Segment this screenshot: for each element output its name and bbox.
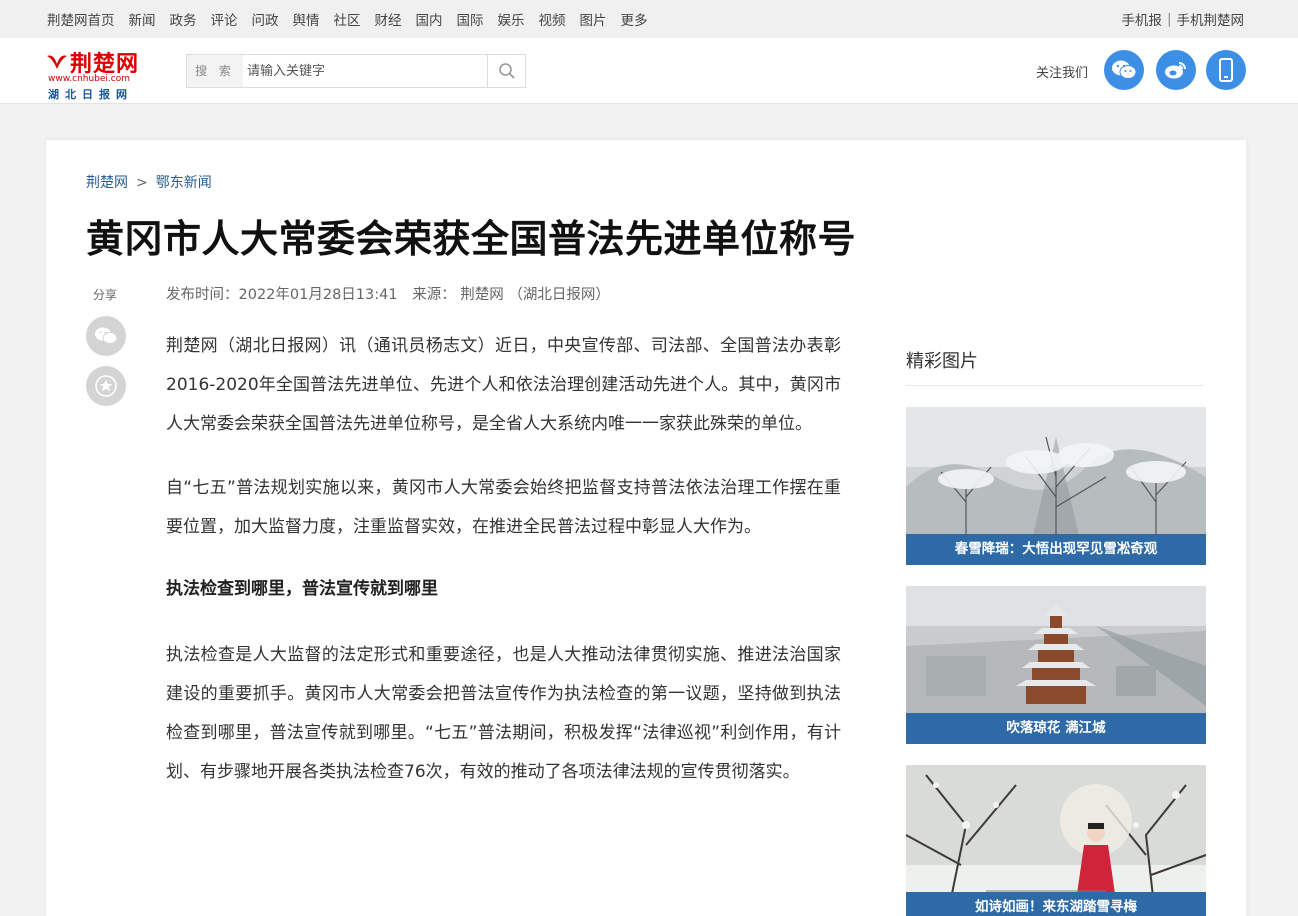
breadcrumb-separator: > — [136, 175, 148, 191]
breadcrumb-home[interactable]: 荆楚网 — [86, 175, 128, 191]
breadcrumb-section[interactable]: 鄂东新闻 — [156, 175, 212, 191]
nav-link-video[interactable]: 视频 — [532, 9, 573, 29]
nav-link-finance[interactable]: 财经 — [368, 9, 409, 29]
nav-link-community[interactable]: 社区 — [327, 9, 368, 29]
mobile-icon[interactable] — [1206, 50, 1246, 90]
article-body: 荆楚网（湖北日报网）讯（通讯员杨志文）近日，中央宣传部、司法部、全国普法办表彰2… — [166, 327, 841, 817]
nav-link-inquiry[interactable]: 问政 — [245, 9, 286, 29]
nav-link-news[interactable]: 新闻 — [122, 9, 163, 29]
article-meta: 发布时间：2022年01月28日13:41 来源： 荆楚网 （湖北日报网） — [166, 283, 620, 304]
search-box: 搜 索 — [186, 54, 526, 88]
link-separator: | — [1166, 11, 1172, 27]
search-button[interactable] — [487, 55, 525, 87]
top-nav-bar: 荆楚网首页 新闻 政务 评论 问政 舆情 社区 财经 国内 国际 娱乐 视频 图… — [0, 0, 1298, 38]
top-right-links: 手机报 | 手机荆楚网 — [1121, 0, 1244, 38]
mobile-newspaper-link[interactable]: 手机报 — [1121, 9, 1162, 29]
share-wechat-button[interactable] — [86, 316, 126, 356]
nav-link-more[interactable]: 更多 — [614, 9, 655, 29]
search-input[interactable] — [247, 57, 483, 85]
logo-subtitle: 湖北日报网 — [48, 88, 133, 101]
article-paragraph: 自“七五”普法规划实施以来，黄冈市人大常委会始终把监督支持普法依法治理工作摆在重… — [166, 478, 841, 537]
mobile-site-link[interactable]: 手机荆楚网 — [1177, 9, 1245, 29]
logo-domain: www.cnhubei.com — [48, 74, 131, 84]
nav-link-domestic[interactable]: 国内 — [409, 9, 450, 29]
top-nav: 荆楚网首页 新闻 政务 评论 问政 舆情 社区 财经 国内 国际 娱乐 视频 图… — [40, 0, 655, 38]
sidebar-picture-3[interactable]: 如诗如画！来东湖踏雪寻梅 — [906, 765, 1206, 916]
sidebar-divider — [906, 385, 1204, 386]
wechat-icon[interactable] — [1104, 50, 1144, 90]
article-title: 黄冈市人大常委会荣获全国普法先进单位称号 — [86, 217, 857, 261]
sidebar-title: 精彩图片 — [906, 351, 978, 372]
picture-caption: 如诗如画！来东湖踏雪寻梅 — [906, 892, 1206, 916]
share-label: 分享 — [93, 288, 118, 302]
article-paragraph: 荆楚网（湖北日报网）讯（通讯员杨志文）近日，中央宣传部、司法部、全国普法办表彰2… — [166, 336, 841, 434]
site-header: 荆楚网 www.cnhubei.com 湖北日报网 搜 索 关注我们 — [0, 38, 1298, 104]
picture-caption: 春雪降瑞：大悟出现罕见雪凇奇观 — [906, 534, 1206, 565]
nav-link-international[interactable]: 国际 — [450, 9, 491, 29]
nav-link-government[interactable]: 政务 — [163, 9, 204, 29]
nav-link-comment[interactable]: 评论 — [204, 9, 245, 29]
sidebar-picture-2[interactable]: 吹落琼花 满江城 — [906, 586, 1206, 744]
weibo-icon[interactable] — [1156, 50, 1196, 90]
picture-caption: 吹落琼花 满江城 — [906, 713, 1206, 744]
nav-link-entertainment[interactable]: 娱乐 — [491, 9, 532, 29]
search-label: 搜 索 — [187, 55, 243, 87]
nav-link-home[interactable]: 荆楚网首页 — [40, 9, 122, 29]
logo-bird-icon — [47, 55, 67, 69]
search-icon — [498, 63, 515, 79]
nav-link-public-opinion[interactable]: 舆情 — [286, 9, 327, 29]
star-icon — [95, 375, 117, 397]
publish-time: 发布时间：2022年01月28日13:41 — [166, 287, 398, 303]
nav-link-pictures[interactable]: 图片 — [573, 9, 614, 29]
favorite-button[interactable] — [86, 366, 126, 406]
follow-us-label: 关注我们 — [1036, 66, 1089, 81]
wechat-icon — [95, 327, 118, 344]
site-logo[interactable]: 荆楚网 www.cnhubei.com 湖北日报网 — [46, 46, 156, 101]
article-subheading: 执法检查到哪里，普法宣传就到哪里 — [166, 579, 438, 599]
breadcrumb: 荆楚网 > 鄂东新闻 — [86, 172, 212, 192]
article-card: 荆楚网 > 鄂东新闻 黄冈市人大常委会荣获全国普法先进单位称号 分享 发布时间：20… — [46, 140, 1246, 916]
sidebar-picture-1[interactable]: 春雪降瑞：大悟出现罕见雪凇奇观 — [906, 407, 1206, 565]
article-source: 来源： 荆楚网 （湖北日报网） — [412, 287, 610, 303]
article-paragraph: 执法检查是人大监督的法定形式和重要途径，也是人大推动法律贯彻实施、推进法治国家建… — [166, 645, 841, 782]
